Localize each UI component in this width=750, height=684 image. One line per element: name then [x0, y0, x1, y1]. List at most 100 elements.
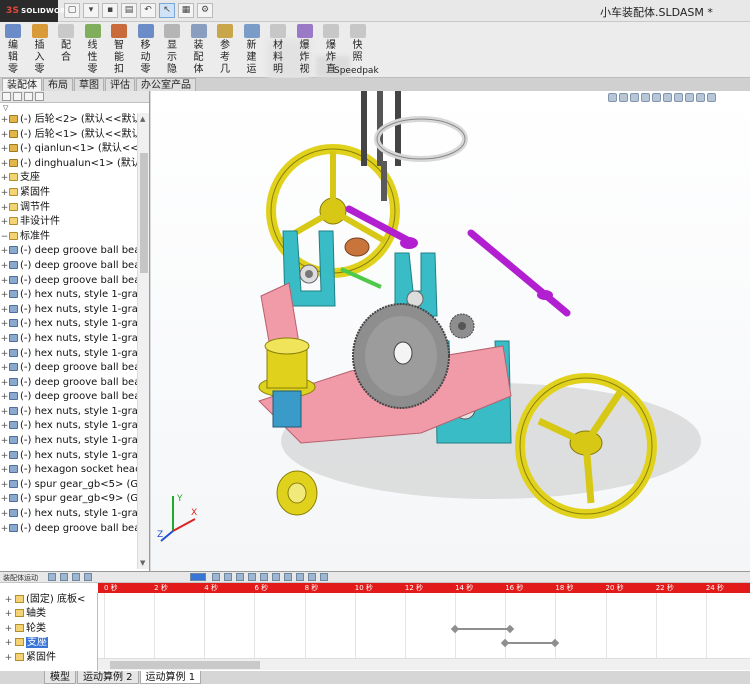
timeline-scroll-thumb[interactable] [110, 661, 260, 669]
save-animation-icon[interactable] [212, 573, 220, 581]
tree-component[interactable]: + (-) deep groove ball bea [0, 244, 137, 259]
tree-folder[interactable]: − 标准件 [0, 230, 137, 245]
expand-icon[interactable]: + [0, 419, 9, 434]
tree-component[interactable]: + (-) hex nuts, style 1-grac [0, 405, 137, 420]
solidworks-logo[interactable]: 3S SOLIDWORKS [0, 0, 76, 22]
expand-icon[interactable]: + [4, 636, 13, 650]
expand-icon[interactable]: + [4, 607, 13, 621]
autokey-icon[interactable] [236, 573, 244, 581]
print-icon[interactable]: ▤ [121, 3, 137, 18]
open-icon[interactable]: ▾ [83, 3, 99, 18]
tree-component[interactable]: + (-) hex nuts, style 1-grac [0, 449, 137, 464]
expand-icon[interactable]: + [0, 244, 9, 259]
command-button[interactable]: 参考几 [214, 24, 236, 76]
results-icon[interactable] [308, 573, 316, 581]
expand-icon[interactable]: + [0, 186, 9, 201]
calculate-icon[interactable] [48, 573, 56, 581]
tree-component[interactable]: + (-) hex nuts, style 1-grac [0, 419, 137, 434]
tree-component[interactable]: + (-) hex nuts, style 1-grac [0, 347, 137, 362]
tree-folder[interactable]: + 支座 [0, 171, 137, 186]
expand-icon[interactable]: + [0, 157, 9, 172]
command-button[interactable]: 编辑零 [2, 24, 24, 76]
command-button[interactable]: 移动零 [135, 24, 157, 76]
motion-tree-item[interactable]: + 紧固件 [0, 651, 97, 665]
scroll-up-icon[interactable]: ▲ [140, 115, 145, 123]
tree-folder[interactable]: + 紧固件 [0, 186, 137, 201]
spur-gear-small[interactable] [449, 313, 475, 339]
tree-component[interactable]: + (-) dinghualun<1> (默认 [0, 157, 137, 172]
command-tab[interactable]: 装配体 [2, 78, 42, 91]
keyframe-marker[interactable] [551, 638, 560, 648]
tree-scrollbar[interactable]: ▲ ▼ [137, 113, 149, 569]
expand-icon[interactable]: + [0, 449, 9, 464]
save-icon[interactable]: ▪ [102, 3, 118, 18]
command-button[interactable]: 新建运 [241, 24, 263, 76]
study-tab[interactable]: 运动算例 2 [77, 671, 139, 684]
spur-gear-large[interactable] [352, 303, 450, 409]
expand-icon[interactable]: + [0, 522, 9, 537]
play-icon[interactable] [72, 573, 80, 581]
expand-icon[interactable]: + [0, 507, 9, 522]
keyframe-marker[interactable] [500, 638, 510, 648]
study-properties-icon[interactable] [320, 573, 328, 581]
tree-component[interactable]: + (-) hex nuts, style 1-grac [0, 332, 137, 347]
tree-component[interactable]: + (-) deep groove ball bea [0, 361, 137, 376]
motion-study-type[interactable]: 装配体运动 [3, 573, 38, 583]
tree-component[interactable]: + (-) hex nuts, style 1-grac [0, 434, 137, 449]
timeline-scale[interactable]: 0 秒 2 秒 4 秒 6 秒 8 秒 10 秒 12 秒 14 秒 16 秒 18 秒 20 秒 2… [98, 583, 750, 593]
expand-icon[interactable]: + [0, 405, 9, 420]
animation-wizard-icon[interactable] [224, 573, 232, 581]
keyframe-marker[interactable] [450, 624, 460, 634]
command-tab[interactable]: 布局 [43, 78, 73, 91]
feature-tree-tab-icon[interactable] [2, 92, 11, 101]
gravity-icon[interactable] [296, 573, 304, 581]
command-tab[interactable]: 草图 [74, 78, 104, 91]
expand-icon[interactable]: + [0, 303, 9, 318]
command-tab[interactable]: 评估 [105, 78, 135, 91]
study-tab[interactable]: 模型 [44, 671, 76, 684]
playback-speed-select[interactable] [190, 573, 206, 581]
command-button[interactable]: 线性零 [82, 24, 104, 76]
expand-icon[interactable]: + [0, 463, 9, 478]
timeline-scrollbar[interactable] [98, 658, 750, 670]
tree-folder[interactable]: + 非设计件 [0, 215, 137, 230]
motion-tree-item[interactable]: + 轮类 [0, 622, 97, 636]
timeline-area[interactable] [98, 593, 750, 658]
command-tab[interactable]: 办公室产品 [136, 78, 196, 91]
assembly-model[interactable]: Y X Z [151, 91, 750, 571]
expand-icon[interactable]: + [0, 274, 9, 289]
command-button[interactable]: 配合 [55, 24, 77, 76]
add-key-icon[interactable] [248, 573, 256, 581]
motion-tree-item[interactable]: + (固定) 底板< [0, 593, 97, 607]
tree-component[interactable]: + (-) deep groove ball bea [0, 259, 137, 274]
motor-icon[interactable] [260, 573, 268, 581]
command-button[interactable]: 快照 [347, 24, 369, 76]
expand-icon[interactable]: + [4, 651, 13, 665]
expand-icon[interactable]: + [0, 376, 9, 391]
expand-icon[interactable]: + [0, 259, 9, 274]
graphics-area[interactable]: Y X Z [151, 91, 750, 571]
tree-component[interactable]: + (-) hex nuts, style 1-grac [0, 507, 137, 522]
command-button[interactable]: 材料明 [267, 24, 289, 76]
expand-icon[interactable]: + [0, 142, 9, 157]
expand-icon[interactable]: + [0, 317, 9, 332]
dimxpert-tab-icon[interactable] [35, 92, 44, 101]
tree-component[interactable]: + (-) qianlun<1> (默认<<默 [0, 142, 137, 157]
keyframe-marker[interactable] [505, 624, 515, 634]
tree-component[interactable]: + (-) hex nuts, style 1-grad [0, 288, 137, 303]
expand-icon[interactable]: + [0, 113, 9, 128]
expand-icon[interactable]: + [0, 201, 9, 216]
stop-icon[interactable] [84, 573, 92, 581]
scroll-down-icon[interactable]: ▼ [140, 559, 145, 567]
top-shaft-assembly[interactable] [361, 91, 468, 201]
select-icon[interactable]: ↖ [159, 3, 175, 18]
tree-component[interactable]: + (-) 后轮<2> (默认<<默认 [0, 113, 137, 128]
tree-component[interactable]: + (-) 后轮<1> (默认<<默认 [0, 128, 137, 143]
expand-icon[interactable]: + [0, 288, 9, 303]
expand-icon[interactable]: + [0, 390, 9, 405]
expand-icon[interactable]: + [0, 171, 9, 186]
options-icon[interactable]: ⚙ [197, 3, 213, 18]
scroll-thumb[interactable] [140, 153, 148, 273]
expand-icon[interactable]: + [0, 332, 9, 347]
command-button[interactable]: 爆炸视 [294, 24, 316, 76]
